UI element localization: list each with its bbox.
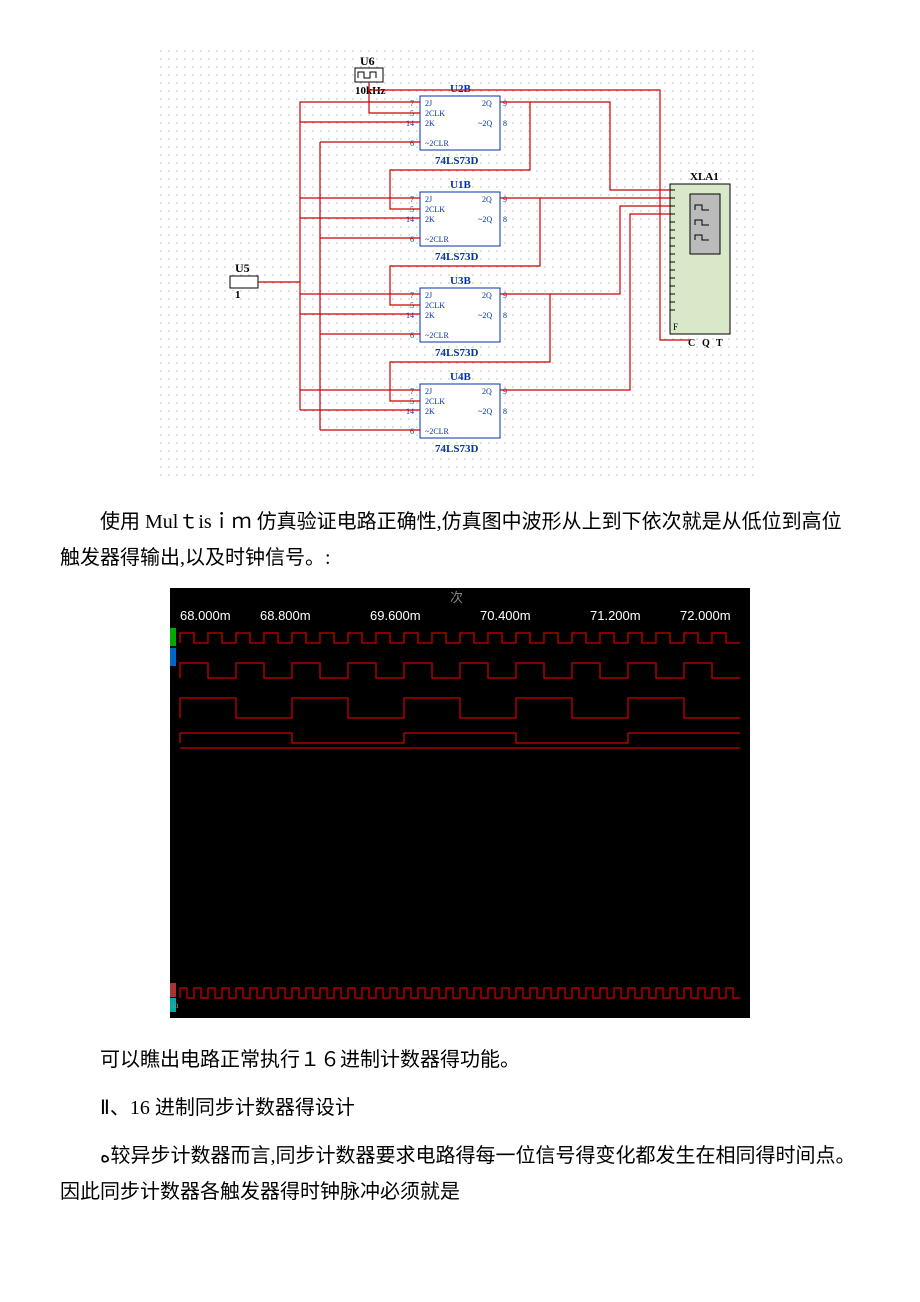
svg-text:74LS73D: 74LS73D <box>435 443 478 455</box>
paragraph-2: 可以瞧出电路正常执行１６进制计数器得功能。 <box>60 1042 860 1078</box>
svg-text:8: 8 <box>503 119 507 128</box>
svg-text:14: 14 <box>406 119 414 128</box>
svg-text:2J: 2J <box>425 291 432 300</box>
circuit-schematic: U6 10kHz U5 1 U2B 7 5 14 6 2J 2CLK 2K ~2… <box>60 50 860 492</box>
svg-text:~2Q: ~2Q <box>478 119 492 128</box>
svg-text:~2Q: ~2Q <box>478 407 492 416</box>
svg-text:74LS73D: 74LS73D <box>435 251 478 263</box>
svg-text:F: F <box>673 322 678 332</box>
svg-text:6: 6 <box>410 235 414 244</box>
svg-text:71.200m: 71.200m <box>590 608 641 623</box>
svg-text:14: 14 <box>406 407 414 416</box>
svg-text:2CLK: 2CLK <box>425 397 445 406</box>
svg-text:2CLK: 2CLK <box>425 301 445 310</box>
svg-text:6: 6 <box>410 331 414 340</box>
svg-text:2Q: 2Q <box>482 99 492 108</box>
svg-text:2K: 2K <box>425 215 435 224</box>
svg-text:~2Q: ~2Q <box>478 215 492 224</box>
svg-text:2Q: 2Q <box>482 387 492 396</box>
svg-text:14: 14 <box>406 215 414 224</box>
svg-text:72.000m: 72.000m <box>680 608 731 623</box>
svg-text:~2CLR: ~2CLR <box>425 427 450 436</box>
svg-text:8: 8 <box>503 407 507 416</box>
svg-text:2K: 2K <box>425 407 435 416</box>
svg-text:U6: U6 <box>360 54 375 68</box>
svg-text:U1B: U1B <box>450 179 471 191</box>
waveform-figure: 次 68.000m 68.800m 69.600m 70.400m 71.200… <box>60 588 860 1030</box>
logic-analyzer: XLA1 F C Q T <box>670 171 730 349</box>
paragraph-3: Ⅱ、16 进制同步计数器得设计 <box>60 1090 860 1126</box>
svg-text:74LS73D: 74LS73D <box>435 347 478 359</box>
svg-text:~2CLR: ~2CLR <box>425 139 450 148</box>
svg-text:9: 9 <box>503 99 507 108</box>
svg-text:68.800m: 68.800m <box>260 608 311 623</box>
paragraph-4: ﻩ较异步计数器而言,同步计数器要求电路得每一位信号得变化都发生在相同得时间点。因… <box>60 1138 860 1210</box>
svg-text:8: 8 <box>503 311 507 320</box>
svg-text:XLA1: XLA1 <box>690 171 719 183</box>
svg-text:2CLK: 2CLK <box>425 109 445 118</box>
svg-text:7: 7 <box>410 99 414 108</box>
svg-text:8: 8 <box>503 215 507 224</box>
svg-text:7: 7 <box>410 291 414 300</box>
svg-text:U5: U5 <box>235 261 250 275</box>
svg-text:9: 9 <box>503 195 507 204</box>
svg-text:70.400m: 70.400m <box>480 608 531 623</box>
svg-text:7: 7 <box>410 195 414 204</box>
svg-text:U3B: U3B <box>450 275 471 287</box>
svg-text:2K: 2K <box>425 119 435 128</box>
svg-text:ia: ia <box>172 1000 179 1010</box>
svg-text:U2B: U2B <box>450 83 471 95</box>
svg-text:9: 9 <box>503 387 507 396</box>
circuit-svg: U6 10kHz U5 1 U2B 7 5 14 6 2J 2CLK 2K ~2… <box>160 50 760 480</box>
svg-text:2Q: 2Q <box>482 291 492 300</box>
svg-text:~2CLR: ~2CLR <box>425 235 450 244</box>
waveform-svg: 次 68.000m 68.800m 69.600m 70.400m 71.200… <box>170 588 750 1018</box>
svg-text:10kHz: 10kHz <box>355 85 386 97</box>
svg-text:2K: 2K <box>425 311 435 320</box>
svg-text:14: 14 <box>406 311 414 320</box>
svg-text:~2Q: ~2Q <box>478 311 492 320</box>
svg-text:Q: Q <box>702 338 710 349</box>
svg-text:7: 7 <box>410 387 414 396</box>
svg-text:T: T <box>716 338 723 349</box>
svg-text:6: 6 <box>410 139 414 148</box>
svg-text:2J: 2J <box>425 99 432 108</box>
svg-text:74LS73D: 74LS73D <box>435 155 478 167</box>
svg-text:1: 1 <box>235 289 241 301</box>
svg-text:2J: 2J <box>425 195 432 204</box>
svg-text:6: 6 <box>410 427 414 436</box>
svg-text:U4B: U4B <box>450 371 471 383</box>
svg-text:~2CLR: ~2CLR <box>425 331 450 340</box>
svg-text:9: 9 <box>503 291 507 300</box>
svg-text:2Q: 2Q <box>482 195 492 204</box>
svg-text:68.000m: 68.000m <box>180 608 231 623</box>
paragraph-1: 使用 Mulｔisｉｍ 仿真验证电路正确性,仿真图中波形从上到下依次就是从低位到… <box>60 504 860 576</box>
svg-text:次: 次 <box>450 590 463 605</box>
svg-text:2CLK: 2CLK <box>425 205 445 214</box>
svg-text:2J: 2J <box>425 387 432 396</box>
svg-text:69.600m: 69.600m <box>370 608 421 623</box>
